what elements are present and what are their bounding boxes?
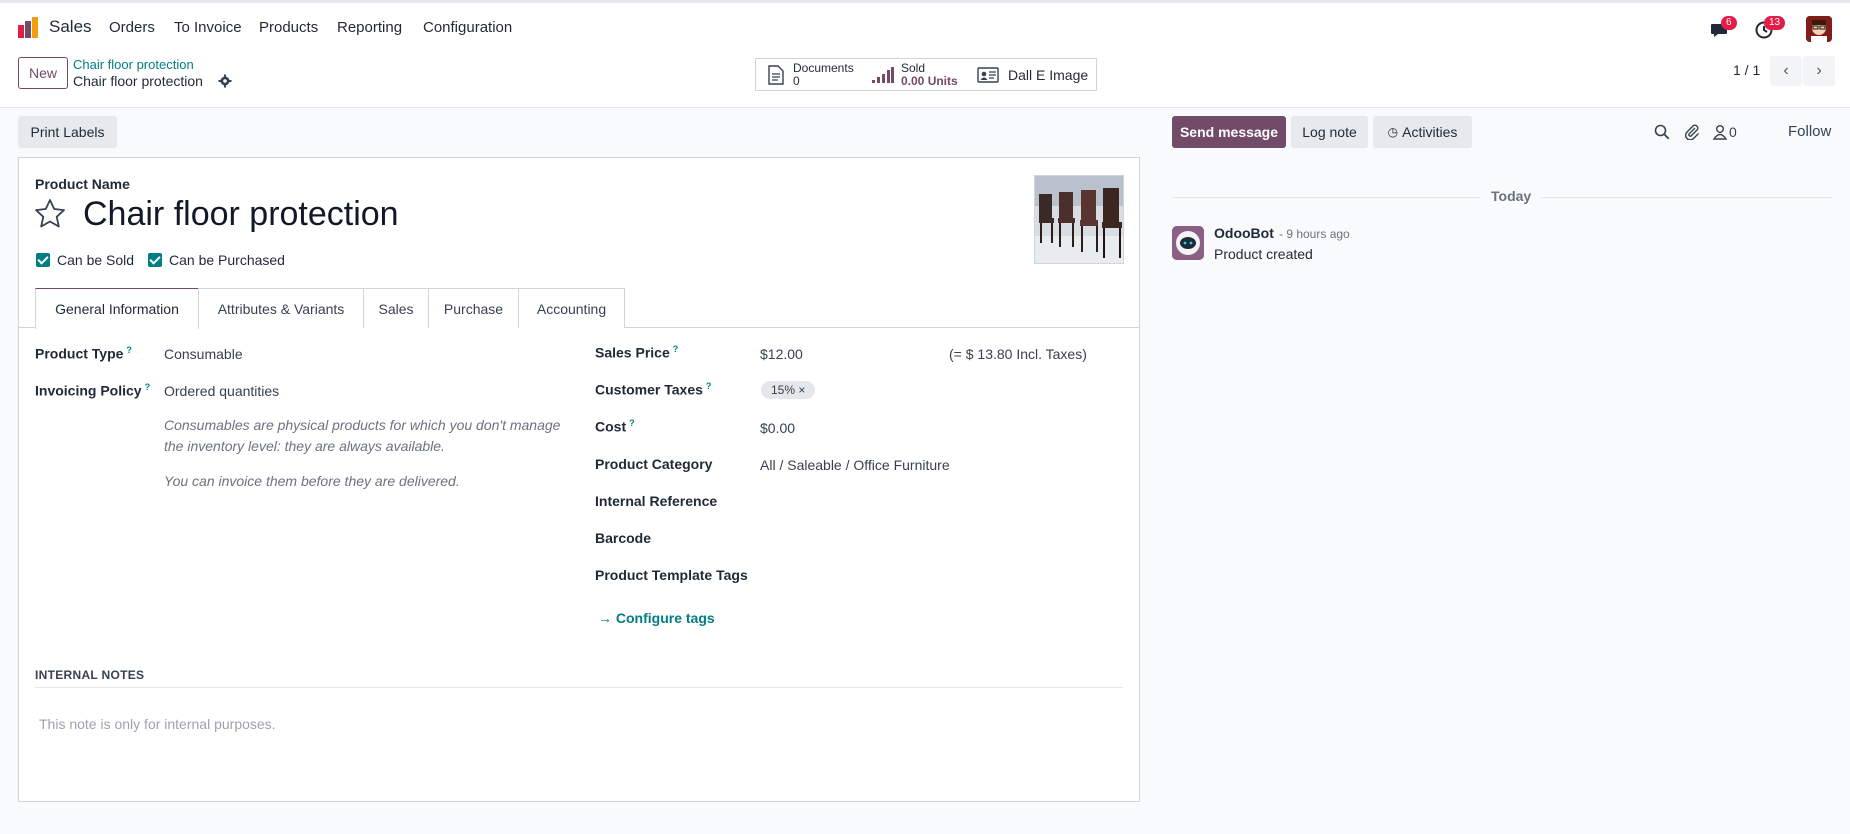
invoice-help-text: You can invoice them before they are del… [164,473,460,489]
paperclip-icon[interactable] [1684,124,1700,140]
product-image[interactable] [1034,175,1124,264]
product-category-value[interactable]: All / Saleable / Office Furniture [760,457,950,473]
id-card-icon [977,66,999,83]
tab-attributes-variants[interactable]: Attributes & Variants [198,288,364,328]
tab-purchase[interactable]: Purchase [428,288,519,328]
activities-badge: 13 [1764,16,1786,30]
can-be-purchased-checkbox[interactable] [148,253,162,267]
control-panel: New Chair floor protection Chair floor p… [0,52,1850,108]
documents-smart-button[interactable]: Documents 0 [755,58,866,91]
sold-smart-button[interactable]: Sold 0.00 Units [865,58,970,91]
signal-bars-icon [872,66,894,83]
message-body: Product created [1214,246,1313,262]
sold-value: 0.00 Units [901,73,958,88]
internal-notes-input[interactable]: This note is only for internal purposes. [39,716,276,732]
product-template-tags-label: Product Template Tags [595,567,748,583]
documents-label: Documents [793,60,854,75]
documents-value: 0 [793,73,800,88]
pager-value[interactable]: 1 / 1 [1733,62,1760,78]
app-name[interactable]: Sales [49,17,92,37]
message-author[interactable]: OdooBot [1214,225,1274,241]
search-icon[interactable] [1654,124,1670,140]
dalle-image-label: Dall E Image [1008,66,1089,83]
activities-button[interactable]: ◷ Activities [1373,116,1472,148]
customer-tax-tag[interactable]: 15% × [761,381,816,399]
can-be-sold-checkbox[interactable] [36,253,50,267]
cost-label: Cost? [595,418,635,435]
message-time: - 9 hours ago [1279,227,1350,241]
sales-app-logo-icon[interactable] [17,17,39,39]
internal-reference-label: Internal Reference [595,493,718,509]
chevron-right-icon: › [1816,62,1822,79]
send-message-button[interactable]: Send message [1172,116,1286,148]
menu-configuration[interactable]: Configuration [423,19,512,36]
print-labels-button[interactable]: Print Labels [18,116,117,148]
menu-products[interactable]: Products [259,19,318,36]
menu-reporting[interactable]: Reporting [337,19,402,36]
remove-tag-icon[interactable]: × [798,383,805,397]
barcode-label: Barcode [595,530,652,546]
can-be-purchased-label: Can be Purchased [169,252,285,268]
pager-next-button[interactable]: › [1803,56,1835,86]
internal-notes-divider [35,687,1123,688]
product-type-value[interactable]: Consumable [164,346,243,362]
document-icon [768,64,784,85]
tab-general-information[interactable]: General Information [35,288,199,329]
user-avatar[interactable] [1806,16,1832,42]
odoobot-avatar[interactable] [1172,226,1204,260]
clock-icon: ◷ [1387,125,1399,139]
follow-button[interactable]: Follow [1788,123,1831,140]
new-button[interactable]: New [18,57,68,89]
chevron-left-icon: ‹ [1783,62,1789,79]
arrow-right-icon: → [598,610,616,626]
invoicing-policy-value[interactable]: Ordered quantities [164,383,279,399]
internal-notes-title: INTERNAL NOTES [35,668,145,682]
followers-icon[interactable] [1712,124,1728,140]
product-category-label: Product Category [595,456,713,472]
product-name-input[interactable]: Chair floor protection [83,195,399,234]
followers-count[interactable]: 0 [1729,124,1737,140]
sales-price-label: Sales Price? [595,344,679,361]
sold-label: Sold [901,60,926,75]
pager-previous-button[interactable]: ‹ [1770,56,1802,86]
menu-to-invoice[interactable]: To Invoice [174,19,242,36]
top-navbar: Sales Orders To Invoice Products Reporti… [0,0,1850,52]
cost-value[interactable]: $0.00 [760,420,795,436]
configure-tags-link[interactable]: → Configure tags [598,610,715,626]
breadcrumb-current: Chair floor protection [73,73,203,89]
customer-taxes-label: Customer Taxes? [595,381,712,398]
incl-taxes-value: (= $ 13.80 Incl. Taxes) [949,346,1087,362]
breadcrumb-parent-link[interactable]: Chair floor protection [73,57,194,72]
product-form-sheet: Product Name Chair floor protection Can … [18,157,1140,802]
messages-badge: 6 [1721,16,1737,30]
invoicing-policy-label: Invoicing Policy? [35,382,151,399]
tab-sales[interactable]: Sales [363,288,429,328]
can-be-sold-label: Can be Sold [57,252,135,268]
menu-orders[interactable]: Orders [109,19,155,36]
sales-price-value[interactable]: $12.00 [760,346,803,362]
dalle-image-button[interactable]: Dall E Image [969,58,1097,91]
product-name-label: Product Name [35,176,130,192]
date-separator: Today [1481,188,1542,204]
favorite-star-icon[interactable] [34,198,66,230]
log-note-button[interactable]: Log note [1291,116,1368,148]
product-type-help-text: Consumables are physical products for wh… [164,417,561,454]
gear-icon[interactable] [218,74,232,88]
tab-accounting[interactable]: Accounting [518,288,625,328]
product-type-label: Product Type? [35,345,132,362]
